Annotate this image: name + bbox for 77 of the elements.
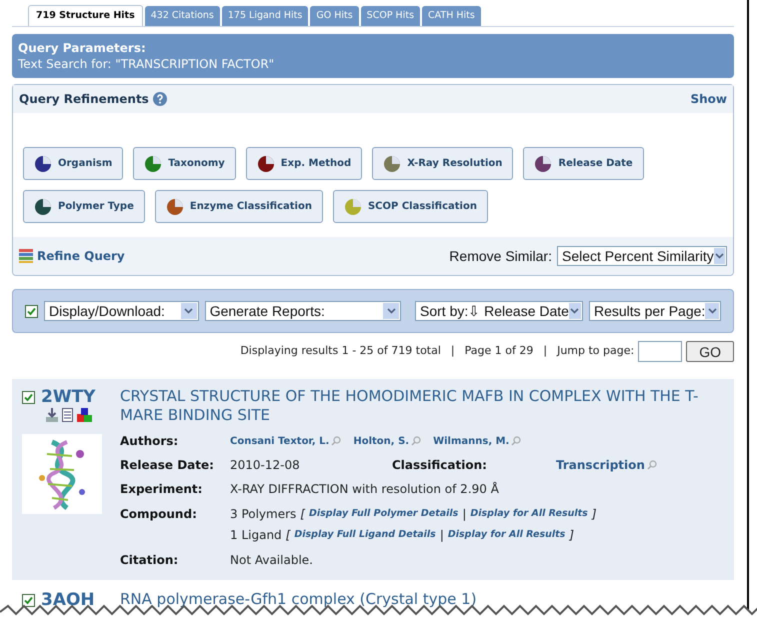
blocks-icon[interactable] xyxy=(77,408,92,422)
download-icon[interactable] xyxy=(46,408,58,422)
pie-chart-icon xyxy=(344,198,362,216)
field-value: Not Available. xyxy=(230,552,313,569)
jump-label: Jump to page: xyxy=(557,343,634,360)
dropdown[interactable]: Display/Download: xyxy=(44,301,199,321)
document-icon[interactable] xyxy=(62,408,73,422)
result-title[interactable]: CRYSTAL STRUCTURE OF THE HOMODIMERIC MAFB IN COMPLEX WITH THE T-MARE BINDING SITE xyxy=(120,387,728,425)
compound-count: 3 Polymers xyxy=(230,506,296,523)
search-text: Text Search for: "TRANSCRIPTION FACTOR" xyxy=(18,56,276,72)
bracket: [ xyxy=(286,527,290,544)
compound-count: 1 Ligand xyxy=(230,527,282,544)
checkbox[interactable] xyxy=(22,594,35,606)
bracket: ] xyxy=(592,506,597,523)
field-value: 2010-12-08 xyxy=(230,457,301,474)
refinement-button[interactable]: Exp. Method xyxy=(246,147,362,180)
pie-chart-icon xyxy=(383,154,402,172)
separator: | xyxy=(450,343,455,360)
result-title[interactable]: RNA polymerase-Gfh1 complex (Crystal type 1) xyxy=(120,590,728,609)
pie-chart-icon xyxy=(534,154,552,172)
refinement-button[interactable]: SCOP Classification xyxy=(332,190,488,223)
stacked-bars-icon xyxy=(19,249,33,263)
checkbox[interactable] xyxy=(22,390,35,404)
field-label: Experiment: xyxy=(120,481,204,498)
separator: | xyxy=(462,506,466,523)
field-label: Compound: xyxy=(120,506,198,523)
show-link[interactable]: Show xyxy=(690,90,727,108)
field-label: Citation: xyxy=(120,552,180,569)
chevron-down-icon xyxy=(386,308,396,314)
refinement-button[interactable]: X-Ray Resolution xyxy=(372,147,514,180)
page-indicator: Page 1 of 29 xyxy=(464,343,534,360)
details-link[interactable]: Display Full Polymer Details xyxy=(308,506,458,522)
classification-link[interactable]: Transcription xyxy=(556,456,645,474)
pie-chart-icon xyxy=(34,198,52,216)
author-link[interactable]: Consani Textor, L. xyxy=(230,434,330,448)
field-label: Authors: xyxy=(120,433,180,450)
similarity-dropdown[interactable]: Select Percent Similarity xyxy=(557,246,727,266)
go-button[interactable]: GO xyxy=(686,341,734,362)
pie-chart-icon xyxy=(256,154,275,172)
refine-query-link[interactable]: Refine Query xyxy=(37,247,125,265)
remove-similar-label: Remove Similar: xyxy=(449,246,552,266)
dropdown[interactable]: Generate Reports: xyxy=(204,301,401,321)
results-summary: Displaying results 1 - 25 of 719 total xyxy=(240,343,441,360)
dropdown[interactable]: Sort by:⇩ Release Date xyxy=(415,301,583,321)
pie-chart-icon xyxy=(166,198,184,216)
field-label: Classification: xyxy=(392,457,488,474)
separator: | xyxy=(543,343,548,360)
refinement-button[interactable]: Polymer Type xyxy=(23,190,145,223)
details-link[interactable]: Display for All Results xyxy=(470,506,588,522)
panel-heading: Query Parameters: xyxy=(18,40,147,56)
chevron-down-icon xyxy=(184,308,194,314)
structure-id[interactable]: 3AOH xyxy=(41,590,95,610)
section-title: Query Refinements xyxy=(19,91,149,108)
chevron-down-icon xyxy=(708,308,717,314)
refinement-button[interactable]: Release Date xyxy=(523,147,644,180)
pie-chart-icon xyxy=(144,154,162,172)
pie-chart-icon xyxy=(34,154,52,172)
separator: | xyxy=(440,527,444,544)
refinement-button[interactable]: Enzyme Classification xyxy=(154,190,323,223)
field-label: Release Date: xyxy=(120,457,215,474)
author-link[interactable]: Holton, S. xyxy=(353,434,410,448)
dropdown[interactable]: Results per Page: xyxy=(589,301,721,321)
bracket: ] xyxy=(569,527,574,544)
tab[interactable]: 719 Structure Hits xyxy=(28,5,143,26)
chevron-down-icon xyxy=(570,308,580,314)
details-link[interactable]: Display Full Ligand Details xyxy=(294,528,436,542)
checkbox[interactable] xyxy=(25,304,38,318)
details-link[interactable]: Display for All Results xyxy=(448,528,566,542)
refinement-button[interactable]: Organism xyxy=(23,147,124,180)
author-link[interactable]: Wilmanns, M. xyxy=(433,434,510,448)
refinement-button[interactable]: Taxonomy xyxy=(133,147,236,180)
chevron-down-icon xyxy=(714,253,724,259)
field-value: X-RAY DIFFRACTION with resolution of 2.90 Å xyxy=(230,480,499,498)
help-icon[interactable] xyxy=(152,92,167,106)
page-input[interactable] xyxy=(638,341,682,362)
structure-id[interactable]: 2WTY xyxy=(41,387,96,407)
bracket: [ xyxy=(300,506,305,523)
